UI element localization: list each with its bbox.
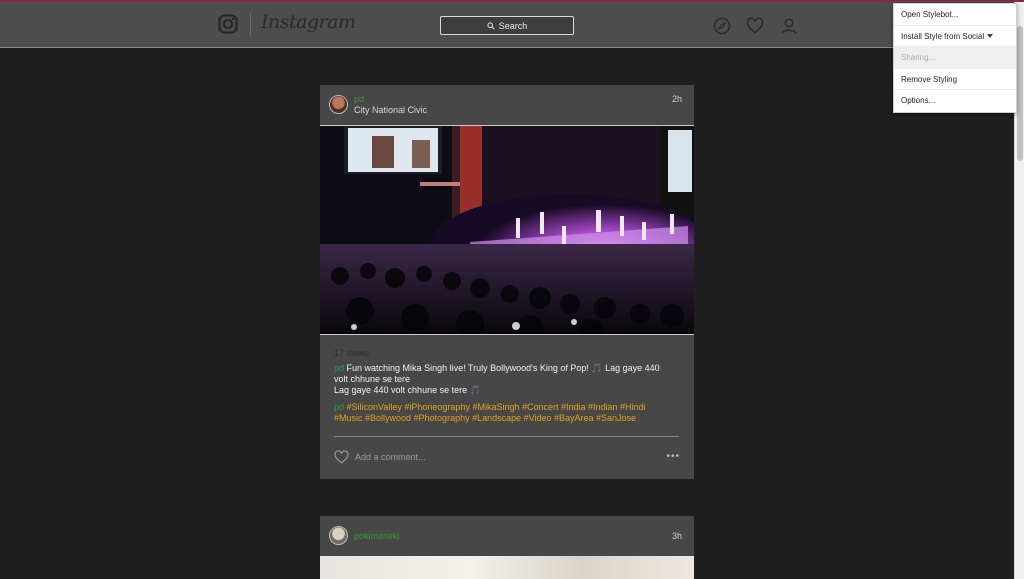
post-header: pd City National Civic 2h (320, 85, 694, 125)
search-box[interactable]: Search (440, 16, 574, 35)
scrollbar-thumb[interactable] (1017, 26, 1023, 161)
concert-scene-image (320, 126, 694, 334)
activity-heart-icon[interactable] (746, 17, 764, 35)
post-hashtags: pd #SiliconValley #iPhoneography #MikaSi… (334, 402, 674, 424)
caption-username[interactable]: pd (334, 363, 344, 373)
menu-item-install-style-label: Install Style from Social (901, 31, 985, 41)
post-timestamp[interactable]: 3h (672, 531, 682, 541)
explore-compass-icon[interactable] (713, 17, 731, 35)
caret-down-icon (987, 34, 994, 39)
hashtag-links[interactable]: #SiliconValley #iPhoneography #MikaSingh… (334, 402, 646, 423)
comment-divider (334, 436, 679, 437)
caption-text: Fun watching Mika Singh live! Truly Boll… (334, 363, 660, 384)
instagram-logo[interactable]: Instagram (261, 11, 356, 33)
top-navigation-bar: Instagram Search (0, 2, 1014, 48)
like-heart-icon[interactable] (334, 450, 349, 464)
post-photo[interactable] (320, 556, 694, 579)
hashtags-username[interactable]: pd (334, 402, 344, 412)
search-icon (487, 21, 495, 30)
post-photo-concert[interactable] (320, 125, 694, 335)
add-comment-input[interactable] (355, 451, 555, 463)
menu-item-open-stylebot[interactable]: Open Stylebot... (894, 4, 1016, 26)
post-username[interactable]: pd (354, 94, 364, 104)
post-location[interactable]: City National Civic (354, 105, 427, 115)
search-label: Search (498, 20, 528, 31)
more-options-icon[interactable]: ••• (666, 452, 680, 462)
feed-post: pd City National Civic 2h 17 views pd Fu… (320, 85, 694, 479)
post-caption: pd Fun watching Mika Singh live! Truly B… (334, 363, 674, 396)
views-count: 17 views (334, 348, 370, 358)
stylebot-extension-menu: Open Stylebot... Install Style from Soci… (893, 3, 1017, 113)
menu-item-sharing: Sharing... (894, 47, 1016, 69)
logo-divider (250, 13, 251, 37)
post-timestamp[interactable]: 2h (672, 94, 682, 104)
menu-item-remove-styling[interactable]: Remove Styling (894, 69, 1016, 91)
menu-item-options[interactable]: Options... (894, 90, 1016, 112)
feed-post: pokimaneki 3h (320, 516, 694, 579)
menu-item-install-style[interactable]: Install Style from Social (894, 26, 1016, 48)
post-header: pokimaneki 3h (320, 516, 694, 556)
avatar[interactable] (329, 526, 348, 545)
profile-person-icon[interactable] (780, 17, 798, 35)
avatar[interactable] (329, 95, 348, 114)
caption-text-line2: Lag gaye 440 volt chhune se tere 🎵 (334, 385, 481, 395)
instagram-camera-icon[interactable] (218, 14, 238, 34)
post-username[interactable]: pokimaneki (354, 531, 400, 541)
